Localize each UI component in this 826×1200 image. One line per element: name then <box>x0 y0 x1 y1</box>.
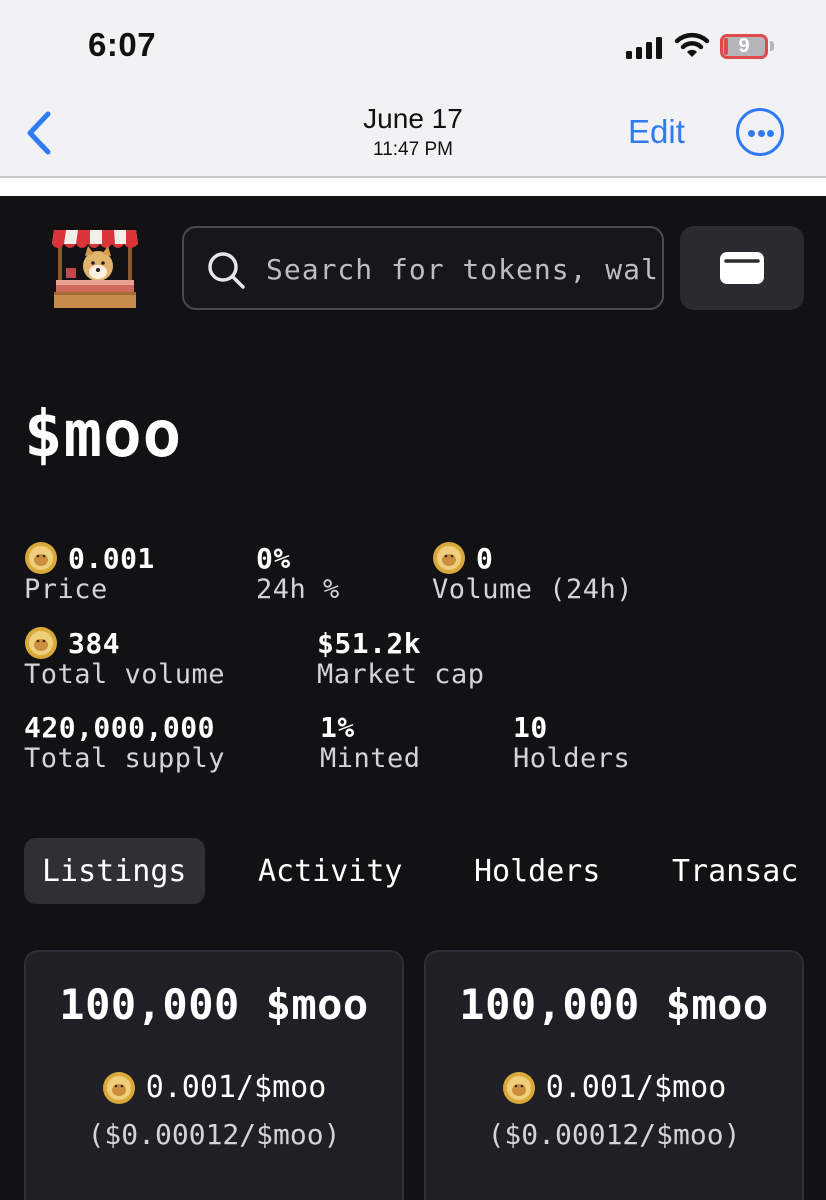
listing-card[interactable]: 100,000 $moo 0.001/$moo ($0.00012/$moo) <box>24 950 404 1200</box>
stat-market-cap-label: Market cap <box>317 659 485 690</box>
dogecoin-icon <box>102 1071 135 1104</box>
stat-minted: 1% Minted <box>320 709 421 775</box>
listing-price-row: 0.001/$moo <box>26 1070 402 1105</box>
stat-price-label: Price <box>24 574 108 605</box>
stat-total-supply: 420,000,000 Total supply <box>24 709 226 775</box>
dogecoin-icon <box>433 542 465 574</box>
app-content: $moo 0.001 Price 0% 24h % 0 Volume (24h)… <box>0 196 826 1200</box>
listing-card[interactable]: 100,000 $moo 0.001/$moo ($0.00012/$moo) <box>424 950 804 1200</box>
stat-volume-24h-label: Volume (24h) <box>432 574 634 605</box>
status-time: 6:07 <box>88 26 157 63</box>
stat-change-label: 24h % <box>256 574 340 605</box>
stat-volume-24h: 0 Volume (24h) <box>432 540 634 606</box>
wallet-icon <box>720 252 764 284</box>
stat-change-value: 0% <box>256 541 291 575</box>
stat-holders-value: 10 <box>513 710 548 744</box>
nav-time: 11:47 PM <box>373 139 453 160</box>
listing-price: 0.001/$moo <box>545 1070 727 1105</box>
edit-button[interactable]: Edit <box>628 113 685 151</box>
dogecoin-icon <box>25 542 57 574</box>
wifi-icon <box>674 32 710 57</box>
battery-level: 9 <box>738 35 750 57</box>
stat-price: 0.001 Price <box>24 540 155 606</box>
listing-price: 0.001/$moo <box>145 1070 327 1105</box>
battery-icon: 9 <box>720 34 768 59</box>
nav-date: June 17 <box>363 103 463 134</box>
stat-change: 0% 24h % <box>256 540 340 606</box>
listing-usd-price: ($0.00012/$moo) <box>487 1118 741 1151</box>
stat-total-volume-label: Total volume <box>24 659 226 690</box>
listing-price-row: 0.001/$moo <box>426 1070 802 1105</box>
wallet-button[interactable] <box>680 226 804 310</box>
ios-header: 6:07 9 June 17 11:47 PM Edit <box>0 0 826 196</box>
tab-holders[interactable]: Holders <box>456 838 618 904</box>
tab-listings[interactable]: Listings <box>24 838 205 904</box>
stat-minted-label: Minted <box>320 743 421 774</box>
stat-volume-24h-value: 0 <box>476 541 494 575</box>
listing-amount: 100,000 $moo <box>459 980 769 1029</box>
listing-usd-price: ($0.00012/$moo) <box>87 1118 341 1151</box>
dogecoin-icon <box>502 1071 535 1104</box>
stat-total-supply-value: 420,000,000 <box>24 710 215 744</box>
stat-total-volume-value: 384 <box>68 626 121 660</box>
search-box[interactable] <box>182 226 664 310</box>
stat-holders: 10 Holders <box>513 709 631 775</box>
search-icon <box>208 252 245 289</box>
search-input[interactable] <box>266 246 656 292</box>
token-title: $moo <box>24 398 183 472</box>
tab-activity[interactable]: Activity <box>240 838 421 904</box>
stat-market-cap-value: $51.2k <box>317 626 422 660</box>
stat-market-cap: $51.2k Market cap <box>317 625 485 691</box>
signal-icon <box>626 37 664 59</box>
stat-minted-value: 1% <box>320 710 355 744</box>
tab-transactions[interactable]: Transac <box>654 838 816 904</box>
stat-total-supply-label: Total supply <box>24 743 226 774</box>
market-stall-logo[interactable] <box>52 226 138 310</box>
dogecoin-icon <box>25 627 57 659</box>
more-icon[interactable] <box>736 108 784 156</box>
listing-amount: 100,000 $moo <box>59 980 369 1029</box>
stat-holders-label: Holders <box>513 743 631 774</box>
stat-total-volume: 384 Total volume <box>24 625 226 691</box>
stat-price-value: 0.001 <box>68 541 155 575</box>
